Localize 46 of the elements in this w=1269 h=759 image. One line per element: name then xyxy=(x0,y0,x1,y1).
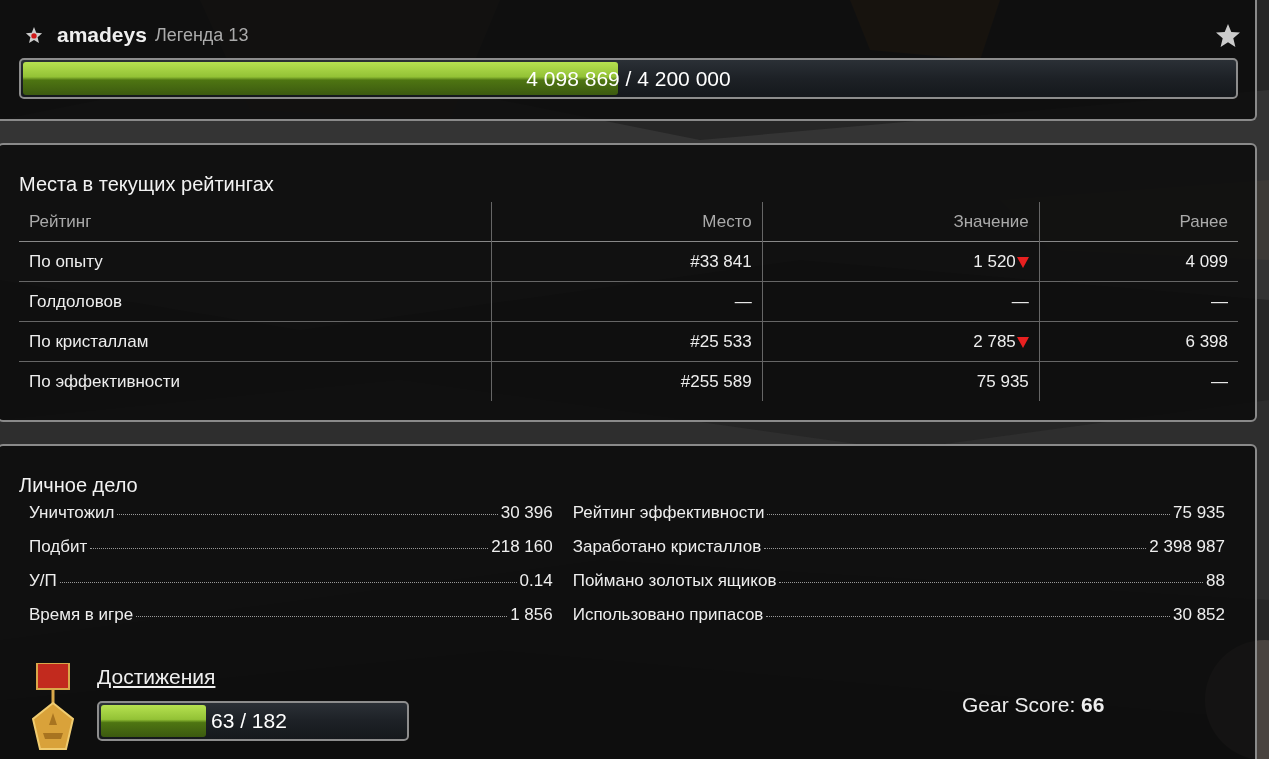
stat-label: Уничтожил xyxy=(29,503,115,523)
stat-label: Использовано припасов xyxy=(572,605,764,625)
table-cell: По эффективности xyxy=(29,371,181,391)
table-cell: — xyxy=(734,291,752,311)
column-header: Место xyxy=(702,211,752,231)
section-title: Места в текущих рейтингах xyxy=(19,173,275,196)
stat-value: 30 852 xyxy=(1173,605,1225,625)
table-cell: 2 785 xyxy=(973,331,1016,352)
table-cell: По кристаллам xyxy=(29,331,149,351)
stat-value: 0.14 xyxy=(519,571,553,591)
stat-value: 218 160 xyxy=(491,537,553,557)
progress-text: 4 098 869 / 4 200 000 xyxy=(526,66,731,91)
stat-label: Рейтинг эффективности xyxy=(572,503,765,523)
table-cell: 75 935 xyxy=(976,371,1029,392)
table-cell: 4 099 xyxy=(1185,251,1228,271)
stat-label: Время в игре xyxy=(29,605,134,625)
table-cell: #25 533 xyxy=(690,331,752,351)
stat-label: У/П xyxy=(29,571,57,591)
table-cell: #255 589 xyxy=(680,371,752,391)
stat-value: 75 935 xyxy=(1173,503,1225,523)
table-cell: 1 520 xyxy=(973,251,1016,272)
star-icon[interactable] xyxy=(1215,22,1241,48)
stat-value: 2 398 987 xyxy=(1149,537,1225,557)
achievements-link[interactable]: Достижения xyxy=(97,665,216,688)
table-cell: — xyxy=(1011,291,1029,312)
progress-text: 63 / 182 xyxy=(211,709,287,733)
stat-value: 1 856 xyxy=(510,605,553,625)
table-cell: Голдоловов xyxy=(29,291,122,311)
player-name: amadeys xyxy=(57,23,147,47)
gear-score: Gear Score: 66 xyxy=(962,693,1105,717)
stat-value: 88 xyxy=(1206,571,1225,591)
stat-label: Заработано кристаллов xyxy=(572,537,762,557)
table-cell: 6 398 xyxy=(1185,331,1228,351)
section-title: Личное дело xyxy=(19,474,139,497)
stat-label: Подбит xyxy=(29,537,88,557)
player-rank: Легенда 13 xyxy=(154,24,249,46)
stat-label: Поймано золотых ящиков xyxy=(572,571,777,591)
column-header: Значение xyxy=(953,211,1029,231)
table-cell: #33 841 xyxy=(690,251,752,271)
column-header: Ранее xyxy=(1179,211,1228,231)
star-badge-icon xyxy=(25,26,43,44)
table-cell: — xyxy=(1211,371,1228,391)
table-cell: По опыту xyxy=(29,251,103,271)
column-header: Рейтинг xyxy=(29,211,92,231)
stat-value: 30 396 xyxy=(500,503,553,523)
table-cell: — xyxy=(1211,291,1228,311)
